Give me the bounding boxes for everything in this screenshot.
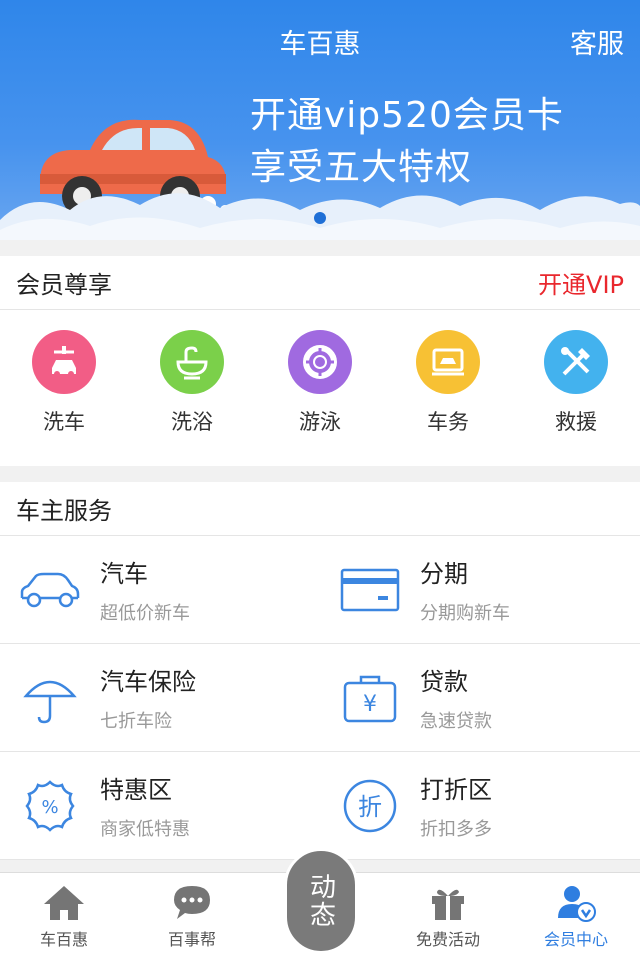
tools-icon	[544, 330, 608, 394]
service-name: 分期	[420, 560, 468, 588]
member-item-label: 车务	[427, 410, 469, 434]
tab-label: 百事帮	[167, 930, 216, 949]
member-section-header: 会员尊享 开通VIP	[0, 256, 640, 310]
home-icon	[44, 886, 84, 920]
discount-icon: 折	[320, 752, 420, 860]
member-item-label: 游泳	[299, 410, 341, 434]
tab-label: 车百惠	[39, 930, 88, 949]
tab-label: 会员中心	[543, 930, 608, 949]
member-item-label: 洗车	[43, 410, 85, 434]
card-icon	[320, 536, 420, 644]
owner-section-title: 车主服务	[16, 497, 112, 525]
member-item-label: 救援	[555, 410, 597, 434]
percent-badge-icon: %	[0, 752, 100, 860]
customer-service-button[interactable]: 客服	[570, 22, 624, 61]
member-item-car-wash[interactable]: 洗车	[0, 330, 128, 436]
yen-bag-icon: ¥	[320, 644, 420, 752]
page-title: 车百惠	[279, 29, 361, 60]
car-service-icon	[416, 330, 480, 394]
owner-section-header: 车主服务	[0, 482, 640, 536]
member-item-car-service[interactable]: 车务	[384, 330, 512, 436]
promo-text: 开通vip520会员卡 享受五大特权	[250, 90, 564, 194]
service-subtitle: 分期购新车	[420, 603, 510, 624]
tab-free-activities[interactable]: 免费活动	[384, 873, 512, 960]
member-icon	[558, 886, 596, 922]
car-outline-icon	[0, 536, 100, 644]
owner-services-grid: 汽车超低价新车 分期分期购新车 汽车保险七折车险 ¥ 贷款急速贷款 % 特惠区商…	[0, 536, 640, 860]
service-name: 汽车保险	[100, 668, 196, 696]
member-item-rescue[interactable]: 救援	[512, 330, 640, 436]
service-item-special[interactable]: % 特惠区商家低特惠	[0, 752, 320, 860]
promo-line-1: 开通vip520会员卡	[250, 95, 564, 136]
service-subtitle: 急速贷款	[420, 711, 492, 732]
service-item-discount[interactable]: 折 打折区折扣多多	[320, 752, 640, 860]
svg-text:¥: ¥	[363, 692, 377, 717]
member-icons-row: 洗车 洗浴 游泳 车务 救援	[0, 310, 640, 436]
service-item-loan[interactable]: ¥ 贷款急速贷款	[320, 644, 640, 752]
service-subtitle: 七折车险	[100, 711, 172, 732]
service-subtitle: 超低价新车	[100, 603, 190, 624]
lifebuoy-icon	[288, 330, 352, 394]
umbrella-icon	[0, 644, 100, 752]
service-item-car[interactable]: 汽车 超低价新车	[0, 536, 320, 644]
service-subtitle: 折扣多多	[420, 819, 492, 840]
owner-services-section: 车主服务 汽车超低价新车 分期分期购新车 汽车保险七折车险 ¥ 贷款急速贷款	[0, 482, 640, 860]
svg-text:%: %	[41, 797, 58, 818]
service-name: 打折区	[420, 776, 492, 804]
service-name: 特惠区	[100, 776, 172, 804]
open-vip-link[interactable]: 开通VIP	[538, 265, 624, 300]
member-item-label: 洗浴	[171, 410, 213, 434]
tab-label: 免费活动	[415, 930, 480, 949]
clouds-decoration	[0, 193, 640, 240]
gift-icon	[432, 889, 464, 920]
chat-icon	[174, 886, 210, 919]
tab-member-center[interactable]: 会员中心	[512, 873, 640, 960]
carousel-dots	[0, 212, 640, 224]
svg-text:折: 折	[358, 793, 382, 821]
tab-help[interactable]: 百事帮	[128, 873, 256, 960]
member-section: 会员尊享 开通VIP 洗车 洗浴 游泳 车务 救援	[0, 256, 640, 466]
tab-home[interactable]: 车百惠	[0, 873, 128, 960]
car-wash-icon	[32, 330, 96, 394]
service-name: 贷款	[420, 668, 468, 696]
member-item-bath[interactable]: 洗浴	[128, 330, 256, 436]
banner[interactable]: 车百惠 客服 开通vip520会员卡 享受五大特权	[0, 0, 640, 240]
member-item-swim[interactable]: 游泳	[256, 330, 384, 436]
bathtub-icon	[160, 330, 224, 394]
service-name: 汽车	[100, 560, 148, 588]
service-subtitle: 商家低特惠	[100, 819, 190, 840]
service-item-installment[interactable]: 分期 分期购新车	[320, 536, 640, 644]
member-section-title: 会员尊享	[16, 271, 112, 299]
dynamic-center-button[interactable]: 动态	[284, 848, 358, 954]
service-item-insurance[interactable]: 汽车保险 七折车险	[0, 644, 320, 752]
carousel-dot-active[interactable]	[314, 212, 326, 224]
